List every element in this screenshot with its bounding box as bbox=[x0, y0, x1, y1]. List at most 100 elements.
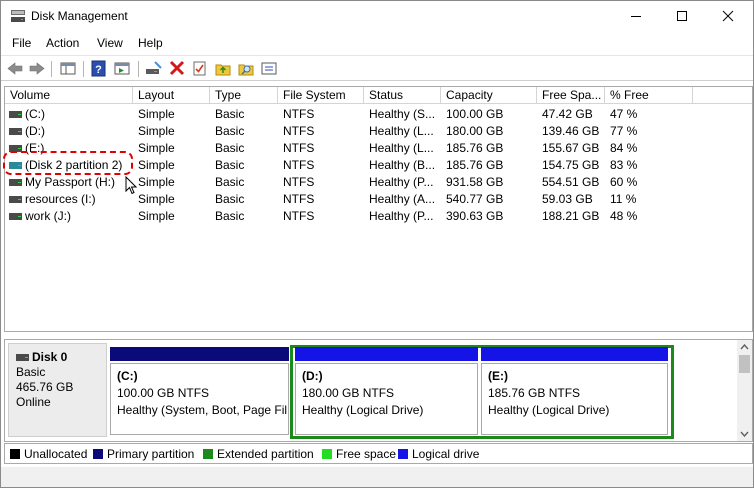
disk-0-info[interactable]: Disk 0 Basic 465.76 GB Online bbox=[8, 343, 107, 437]
minimize-icon bbox=[631, 16, 641, 17]
volume-list: Volume Layout Type File System Status Ca… bbox=[4, 86, 753, 332]
legend-swatch bbox=[10, 449, 20, 459]
cell-free: 155.67 GB bbox=[542, 141, 600, 155]
cell-free: 139.46 GB bbox=[542, 124, 600, 138]
partition-e-box[interactable]: (E:) 185.76 GB NTFS Healthy (Logical Dri… bbox=[481, 363, 668, 435]
cell-status: Healthy (S... bbox=[369, 107, 436, 121]
close-button[interactable] bbox=[705, 1, 751, 31]
table-row[interactable]: resources (I:) Simple Basic NTFS Healthy (A.… bbox=[5, 191, 750, 208]
partition-status: Healthy (System, Boot, Page Fil bbox=[117, 403, 288, 417]
minimize-button[interactable] bbox=[613, 1, 659, 31]
disk-state: Online bbox=[16, 395, 51, 409]
folder-up-icon[interactable] bbox=[214, 60, 232, 77]
cell-volume: (C:) bbox=[25, 107, 45, 121]
cell-capacity: 931.58 GB bbox=[446, 175, 504, 189]
vertical-scrollbar[interactable] bbox=[737, 340, 752, 441]
column-header-file-system[interactable]: File System bbox=[278, 87, 364, 104]
cell-layout: Simple bbox=[138, 107, 175, 121]
cell-status: Healthy (A... bbox=[369, 192, 436, 206]
cell-status: Healthy (L... bbox=[369, 141, 434, 155]
cell-layout: Simple bbox=[138, 158, 175, 172]
partition-d[interactable]: (D:) 180.00 GB NTFS Healthy (Logical Dri… bbox=[295, 347, 478, 438]
cell-free: 47.42 GB bbox=[542, 107, 593, 121]
menu-file[interactable]: File bbox=[12, 36, 31, 50]
disk-size: 465.76 GB bbox=[16, 380, 74, 394]
help-icon[interactable]: ? bbox=[90, 60, 108, 77]
maximize-button[interactable] bbox=[659, 1, 705, 31]
partition-size: 180.00 GB NTFS bbox=[302, 386, 395, 400]
legend-swatch bbox=[322, 449, 332, 459]
table-row[interactable]: work (J:) Simple Basic NTFS Healthy (P... 390… bbox=[5, 208, 750, 225]
scroll-down-icon[interactable] bbox=[740, 431, 749, 437]
menu-help[interactable]: Help bbox=[138, 36, 163, 50]
column-header-status[interactable]: Status bbox=[364, 87, 441, 104]
svg-text:?: ? bbox=[95, 64, 102, 76]
disk-type: Basic bbox=[16, 365, 46, 379]
search-folder-icon[interactable] bbox=[237, 60, 255, 77]
legend-swatch bbox=[93, 449, 103, 459]
cell-layout: Simple bbox=[138, 209, 175, 223]
cell-pct: 84 % bbox=[610, 141, 638, 155]
cell-type: Basic bbox=[215, 107, 245, 121]
partition-d-box[interactable]: (D:) 180.00 GB NTFS Healthy (Logical Dri… bbox=[295, 363, 478, 435]
status-bar bbox=[1, 467, 753, 487]
cell-volume: work (J:) bbox=[25, 209, 71, 223]
column-header-layout[interactable]: Layout bbox=[133, 87, 210, 104]
list-header: Volume Layout Type File System Status Ca… bbox=[5, 87, 752, 104]
action-pane-icon[interactable] bbox=[113, 60, 131, 77]
scroll-up-icon[interactable] bbox=[740, 344, 749, 350]
cell-layout: Simple bbox=[138, 192, 175, 206]
disk-graphical-pane: Disk 0 Basic 465.76 GB Online (C:) 100.0… bbox=[4, 339, 753, 442]
column-header-volume[interactable]: Volume bbox=[5, 87, 133, 104]
menu-action[interactable]: Action bbox=[46, 36, 79, 50]
cell-type: Basic bbox=[215, 209, 245, 223]
column-header-type[interactable]: Type bbox=[210, 87, 278, 104]
connect-disk-icon[interactable] bbox=[145, 60, 163, 77]
cell-layout: Simple bbox=[138, 175, 175, 189]
cell-layout: Simple bbox=[138, 124, 175, 138]
cell-type: Basic bbox=[215, 158, 245, 172]
window-title: Disk Management bbox=[31, 9, 128, 23]
console-tree-icon[interactable] bbox=[59, 60, 77, 77]
delete-icon[interactable] bbox=[168, 60, 186, 77]
partition-status: Healthy (Logical Drive) bbox=[488, 403, 610, 417]
column-header-free-space[interactable]: Free Spa... bbox=[537, 87, 605, 104]
cell-capacity: 100.00 GB bbox=[446, 107, 504, 121]
column-header-capacity[interactable]: Capacity bbox=[441, 87, 537, 104]
scroll-thumb[interactable] bbox=[739, 355, 750, 373]
disk-management-window: Disk Management File Action View Help ? bbox=[0, 0, 754, 488]
volume-icon bbox=[9, 128, 22, 135]
column-header-percent-free[interactable]: % Free bbox=[605, 87, 693, 104]
partition-c[interactable]: (C:) 100.00 GB NTFS Healthy (System, Boo… bbox=[110, 347, 289, 438]
partition-name: (E:) bbox=[488, 369, 508, 383]
cell-fs: NTFS bbox=[283, 141, 315, 155]
partition-e[interactable]: (E:) 185.76 GB NTFS Healthy (Logical Dri… bbox=[481, 347, 668, 438]
cell-status: Healthy (L... bbox=[369, 124, 434, 138]
mouse-cursor-icon bbox=[125, 176, 137, 195]
cell-type: Basic bbox=[215, 141, 245, 155]
cell-volume: (D:) bbox=[25, 124, 45, 138]
properties-icon[interactable] bbox=[260, 60, 278, 77]
disk-name: Disk 0 bbox=[32, 350, 68, 364]
cell-pct: 11 % bbox=[610, 192, 637, 206]
toolbar-separator bbox=[51, 61, 52, 77]
volume-icon bbox=[9, 196, 22, 203]
back-arrow-icon[interactable] bbox=[6, 60, 24, 77]
forward-arrow-icon[interactable] bbox=[28, 60, 46, 77]
table-row[interactable]: (C:) Simple Basic NTFS Healthy (S... 100.00 G… bbox=[5, 106, 750, 123]
table-row[interactable]: My Passport (H:) Simple Basic NTFS Healthy (… bbox=[5, 174, 750, 191]
cell-pct: 60 % bbox=[610, 175, 638, 189]
partition-c-box[interactable]: (C:) 100.00 GB NTFS Healthy (System, Boo… bbox=[110, 363, 289, 435]
cell-pct: 83 % bbox=[610, 158, 638, 172]
table-row[interactable]: (D:) Simple Basic NTFS Healthy (L... 180.00 G… bbox=[5, 123, 750, 140]
maximize-icon bbox=[677, 11, 687, 21]
cell-fs: NTFS bbox=[283, 175, 315, 189]
cell-type: Basic bbox=[215, 124, 245, 138]
checklist-icon[interactable] bbox=[191, 60, 209, 77]
cell-free: 554.51 GB bbox=[542, 175, 600, 189]
menu-view[interactable]: View bbox=[97, 36, 123, 50]
cell-capacity: 390.63 GB bbox=[446, 209, 504, 223]
legend-swatch bbox=[398, 449, 408, 459]
partition-name: (D:) bbox=[302, 369, 323, 383]
cell-type: Basic bbox=[215, 175, 245, 189]
